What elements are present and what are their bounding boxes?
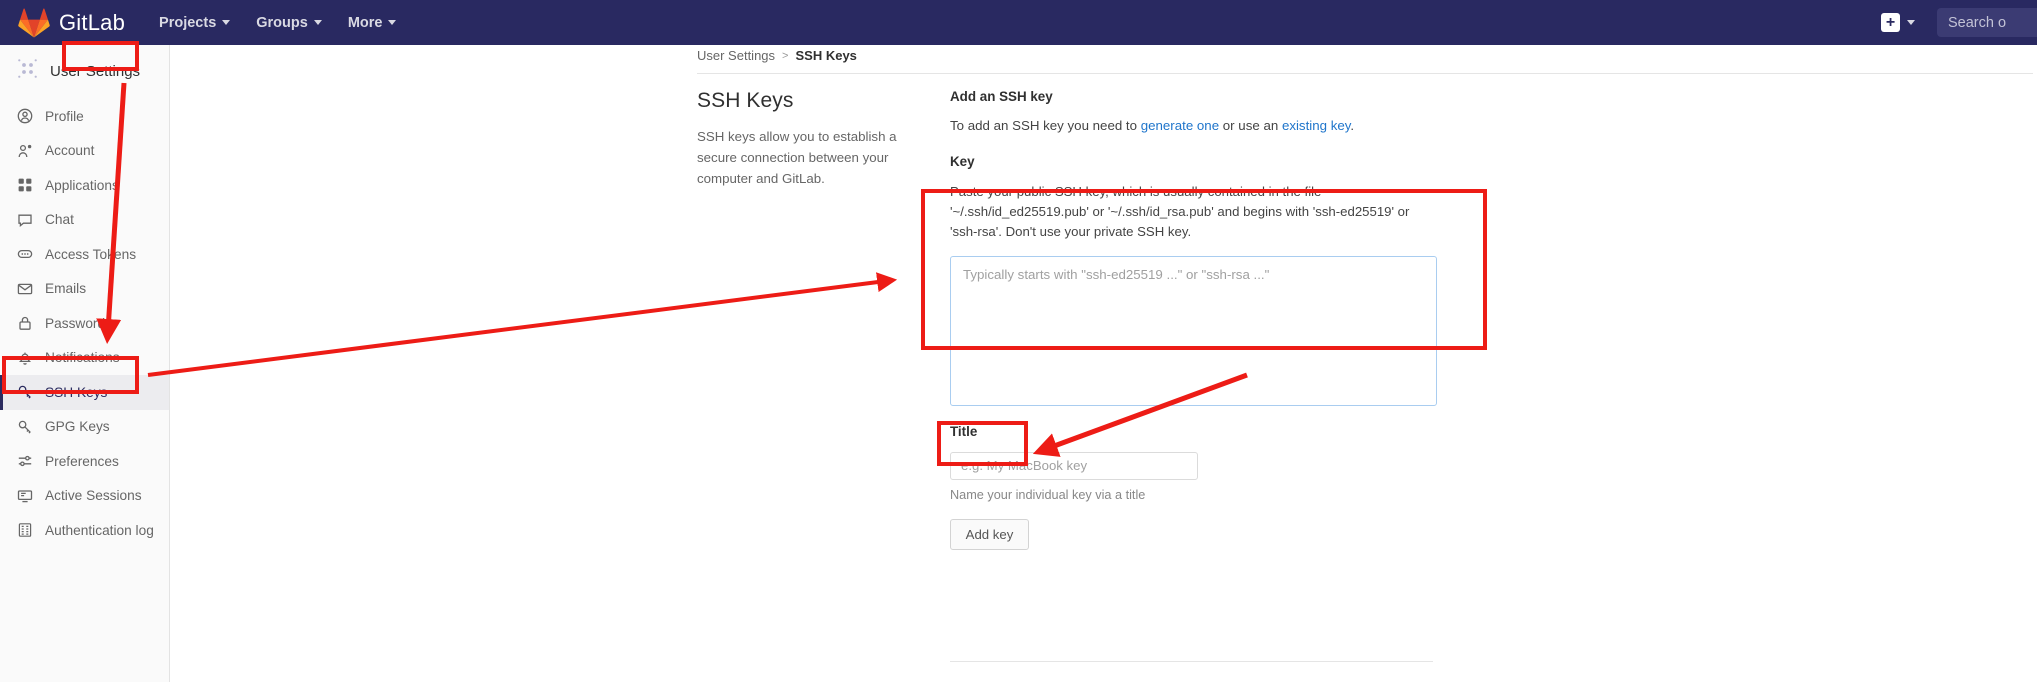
breadcrumb-separator: > xyxy=(782,49,789,62)
sidebar-item-ssh-keys[interactable]: SSH Keys xyxy=(0,375,169,410)
add-key-subtitle: To add an SSH key you need to generate o… xyxy=(950,118,1437,133)
title-field-hint: Name your individual key via a title xyxy=(950,487,1146,502)
gitlab-wordmark: GitLab xyxy=(59,9,126,35)
title-field-label: Title xyxy=(950,423,978,439)
sidebar-item-preferences[interactable]: Preferences xyxy=(0,444,169,479)
applications-icon xyxy=(17,177,33,193)
user-settings-dots-icon xyxy=(16,57,40,86)
sidebar-item-label: Preferences xyxy=(45,453,119,469)
main-content: User Settings > SSH Keys SSH Keys SSH ke… xyxy=(170,45,2037,682)
top-navigation-bar: GitLab Projects Groups More + Search o xyxy=(0,0,2037,45)
notifications-bell-icon xyxy=(17,350,33,366)
add-key-subtitle-before: To add an SSH key you need to xyxy=(950,118,1141,133)
plus-square-icon: + xyxy=(1881,13,1900,32)
sidebar-item-emails[interactable]: Emails xyxy=(0,272,169,307)
search-input[interactable]: Search o xyxy=(1937,8,2037,37)
sidebar-item-label: GPG Keys xyxy=(45,419,110,435)
sidebar-item-label: Applications xyxy=(45,177,119,193)
key-title-input[interactable] xyxy=(950,451,1198,480)
sidebar-item-label: Active Sessions xyxy=(45,488,142,504)
profile-icon xyxy=(17,108,33,124)
topnav-more-label: More xyxy=(347,14,383,31)
sidebar-item-label: Access Tokens xyxy=(45,246,137,262)
topnav-item-projects[interactable]: Projects xyxy=(159,14,231,31)
password-lock-icon xyxy=(17,315,33,331)
sidebar-item-active-sessions[interactable]: Active Sessions xyxy=(0,479,169,514)
gitlab-ssh-keys-page: GitLab Projects Groups More + Search o U… xyxy=(0,0,2037,682)
topnav-item-groups[interactable]: Groups xyxy=(256,15,322,31)
sidebar-item-applications[interactable]: Applications xyxy=(0,168,169,203)
account-icon xyxy=(17,143,33,159)
breadcrumb: User Settings > SSH Keys xyxy=(697,48,857,63)
chevron-down-icon xyxy=(313,20,322,25)
emails-icon xyxy=(17,281,33,297)
sidebar-header[interactable]: User Settings xyxy=(0,45,169,97)
sidebar-item-label: Emails xyxy=(45,281,87,297)
page-title: SSH Keys xyxy=(697,89,794,112)
sidebar-item-notifications[interactable]: Notifications xyxy=(0,341,169,376)
topnav-groups-label: Groups xyxy=(256,14,308,31)
sidebar-item-label: Authentication log xyxy=(45,522,154,538)
sidebar-item-label: Chat xyxy=(45,212,74,228)
sidebar-header-title: User Settings xyxy=(50,62,141,80)
auth-log-icon xyxy=(17,522,33,538)
sidebar-item-chat[interactable]: Chat xyxy=(0,203,169,238)
ssh-key-icon xyxy=(17,384,33,400)
generate-one-link[interactable]: generate one xyxy=(1141,118,1219,133)
topnav-right-group: + Search o xyxy=(1881,0,2037,45)
sidebar-item-profile[interactable]: Profile xyxy=(0,99,169,134)
sidebar-item-authentication-log[interactable]: Authentication log xyxy=(0,513,169,548)
add-key-section-title: Add an SSH key xyxy=(950,89,1053,104)
existing-key-link[interactable]: existing key xyxy=(1282,118,1350,133)
active-sessions-icon xyxy=(17,488,33,504)
topnav-item-more[interactable]: More xyxy=(348,15,397,31)
key-field-hint: Paste your public SSH key, which is usua… xyxy=(950,184,1410,240)
sidebar-item-account[interactable]: Account xyxy=(0,134,169,169)
breadcrumb-parent[interactable]: User Settings xyxy=(697,48,775,63)
chevron-down-icon xyxy=(222,20,231,25)
sidebar-menu: Profile Account Applications Chat Access… xyxy=(0,97,169,548)
add-key-subtitle-middle: or use an xyxy=(1219,118,1282,133)
sidebar-item-access-tokens[interactable]: Access Tokens xyxy=(0,237,169,272)
chevron-down-icon xyxy=(1907,20,1915,25)
ssh-keys-intro-column: SSH Keys SSH keys allow you to establish… xyxy=(697,89,932,190)
sidebar-item-gpg-keys[interactable]: GPG Keys xyxy=(0,410,169,445)
keys-list-divider xyxy=(950,661,1433,662)
ssh-key-textarea[interactable] xyxy=(950,255,1437,406)
sidebar-item-password[interactable]: Password xyxy=(0,306,169,341)
preferences-icon xyxy=(17,453,33,469)
chat-icon xyxy=(17,212,33,228)
breadcrumb-divider xyxy=(697,73,2033,74)
sidebar-item-label: Account xyxy=(45,143,95,159)
topnav-projects-label: Projects xyxy=(159,14,217,31)
breadcrumb-current: SSH Keys xyxy=(795,48,857,63)
new-item-dropdown[interactable]: + xyxy=(1881,13,1915,32)
add-ssh-key-form: Add an SSH key To add an SSH key you nee… xyxy=(950,89,1437,550)
key-field-label: Key xyxy=(950,154,975,169)
sidebar-item-label: Profile xyxy=(45,108,84,124)
access-tokens-icon xyxy=(17,246,33,262)
chevron-down-icon xyxy=(388,20,397,25)
user-settings-sidebar: User Settings Profile Account Applicatio… xyxy=(0,45,170,682)
sidebar-item-label: SSH Keys xyxy=(45,384,108,400)
add-key-button[interactable]: Add key xyxy=(950,518,1029,550)
page-description: SSH keys allow you to establish a secure… xyxy=(697,129,897,186)
gpg-key-icon xyxy=(17,419,33,435)
gitlab-logo-icon[interactable] xyxy=(18,8,50,38)
sidebar-item-label: Password xyxy=(45,315,106,331)
add-key-subtitle-after: . xyxy=(1350,118,1355,133)
sidebar-item-label: Notifications xyxy=(45,350,120,366)
